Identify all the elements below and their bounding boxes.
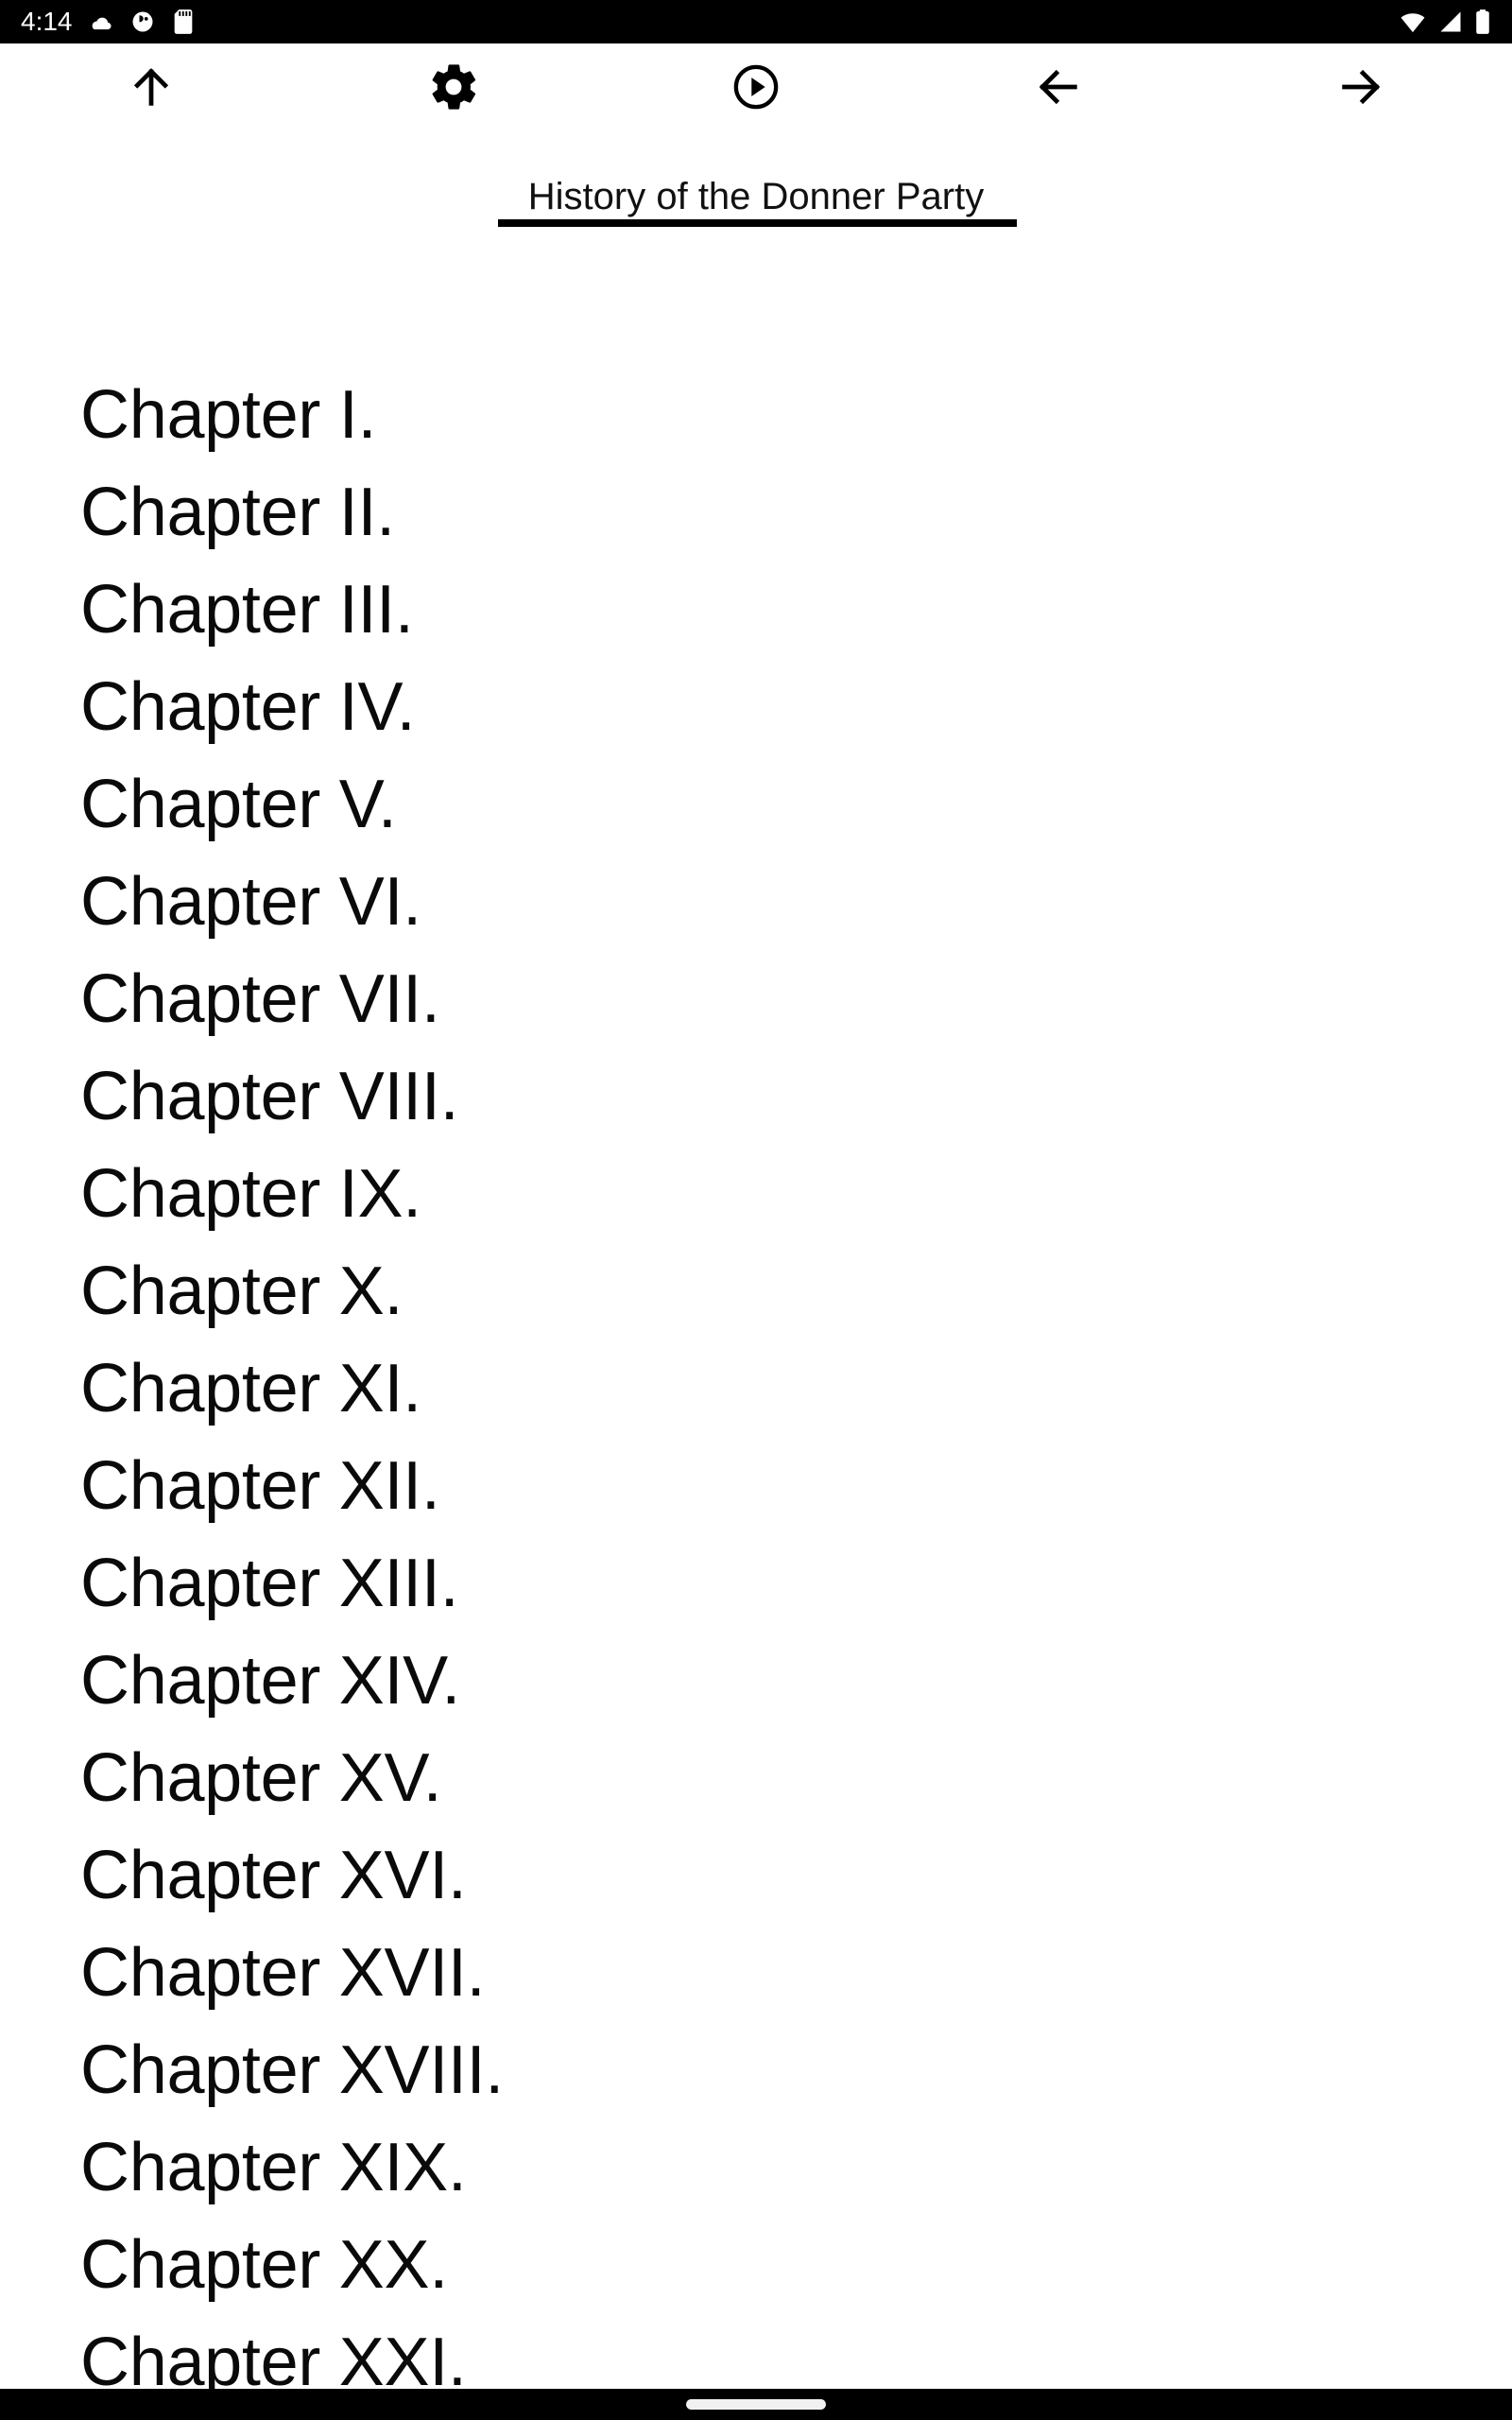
list-item[interactable]: Chapter IV. <box>80 659 1451 756</box>
wifi-icon <box>1399 9 1427 35</box>
chapter-list: Chapter I. Chapter II. Chapter III. Chap… <box>80 367 1451 2389</box>
list-item[interactable]: Chapter IX. <box>80 1146 1451 1243</box>
home-gesture-pill[interactable] <box>686 2399 826 2410</box>
list-item[interactable]: Chapter I. <box>80 367 1451 464</box>
list-item[interactable]: Chapter XXI. <box>80 2314 1451 2389</box>
list-item[interactable]: Chapter XIV. <box>80 1633 1451 1730</box>
battery-icon <box>1474 9 1491 35</box>
list-item[interactable]: Chapter XVIII. <box>80 2022 1451 2119</box>
arrow-up-icon <box>127 62 176 114</box>
back-button[interactable] <box>907 43 1210 132</box>
list-item[interactable]: Chapter II. <box>80 464 1451 562</box>
document-toolbar <box>0 43 1512 132</box>
list-item[interactable]: Chapter III. <box>80 562 1451 659</box>
arrow-right-icon <box>1336 62 1385 114</box>
title-divider <box>498 219 1017 227</box>
settings-button[interactable] <box>302 43 605 132</box>
list-item[interactable]: Chapter XI. <box>80 1340 1451 1438</box>
play-button[interactable] <box>605 43 907 132</box>
list-item[interactable]: Chapter XII. <box>80 1438 1451 1535</box>
list-item[interactable]: Chapter XV. <box>80 1730 1451 1827</box>
document-content[interactable]: Chapter I. Chapter II. Chapter III. Chap… <box>0 227 1512 2389</box>
gear-icon <box>427 60 480 116</box>
list-item[interactable]: Chapter XIII. <box>80 1535 1451 1633</box>
scroll-to-top-button[interactable] <box>0 43 302 132</box>
status-bar-left-group: 4:14 <box>21 9 196 35</box>
status-bar-right-group <box>1399 9 1491 35</box>
arrow-left-icon <box>1034 62 1083 114</box>
play-circle-icon <box>730 61 782 115</box>
list-item[interactable]: Chapter VIII. <box>80 1048 1451 1146</box>
list-item[interactable]: Chapter V. <box>80 756 1451 854</box>
status-bar: 4:14 <box>0 0 1512 43</box>
page-title: History of the Donner Party <box>527 176 985 217</box>
list-item[interactable]: Chapter XVI. <box>80 1827 1451 1925</box>
system-navigation-bar <box>0 2389 1512 2420</box>
sd-card-icon <box>171 9 196 35</box>
list-item[interactable]: Chapter XIX. <box>80 2119 1451 2217</box>
media-circle-icon <box>129 9 156 35</box>
list-item[interactable]: Chapter VI. <box>80 854 1451 951</box>
document-title-block: History of the Donner Party <box>0 132 1512 227</box>
list-item[interactable]: Chapter XVII. <box>80 1925 1451 2022</box>
forward-button[interactable] <box>1210 43 1512 132</box>
cellular-signal-icon <box>1437 9 1464 35</box>
list-item[interactable]: Chapter VII. <box>80 951 1451 1048</box>
list-item[interactable]: Chapter XX. <box>80 2217 1451 2314</box>
device-screen: 4:14 History of the Donner Party Chapter… <box>0 0 1512 2420</box>
status-clock: 4:14 <box>21 7 73 36</box>
notification-cloud-icon <box>88 9 114 35</box>
list-item[interactable]: Chapter X. <box>80 1243 1451 1340</box>
